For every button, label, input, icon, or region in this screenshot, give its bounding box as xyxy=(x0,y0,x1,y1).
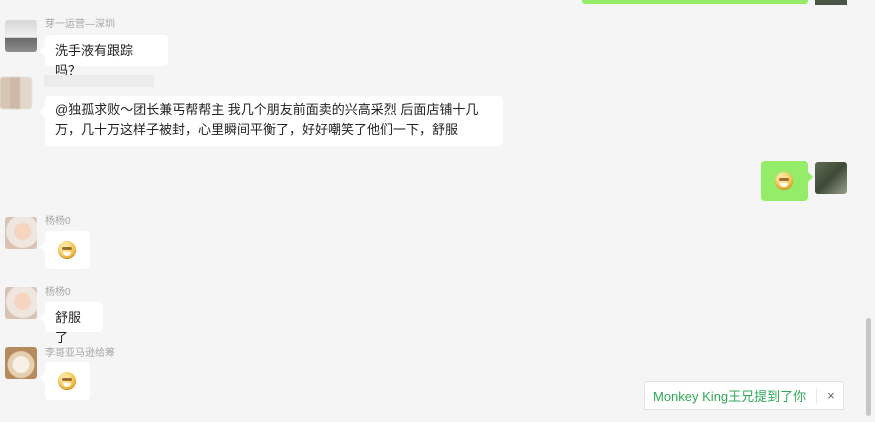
avatar[interactable] xyxy=(5,347,37,379)
sender-name: 杨杨0 xyxy=(45,287,71,298)
message-bubble[interactable]: 舒服了 xyxy=(40,302,103,345)
mention-text[interactable]: Monkey King王兄提到了你 xyxy=(653,386,806,405)
avatar[interactable] xyxy=(5,287,37,319)
previous-self-bubble[interactable] xyxy=(582,0,808,4)
message-text-line: 万，几十万这样子被封，心里瞬间平衡了，好好嘲笑了他们一下，舒服 xyxy=(55,122,459,137)
mention-notification[interactable]: Monkey King王兄提到了你 × xyxy=(644,381,844,410)
chat-panel: 芽一运营—深圳 洗手液有跟踪吗？ @独孤求败～团长兼丐帮帮主 我几个朋友前面卖的… xyxy=(0,0,875,422)
message-text-line: @独孤求败～团长兼丐帮帮主 我几个朋友前面卖的兴高采烈 后面店铺十几 xyxy=(55,102,479,117)
self-emoji-bubble[interactable] xyxy=(761,161,813,201)
scrollbar[interactable] xyxy=(866,318,871,416)
emoji-bubble[interactable] xyxy=(40,362,90,400)
avatar[interactable] xyxy=(0,77,32,109)
message-text: 舒服了 xyxy=(55,310,82,345)
message-bubble[interactable]: 洗手液有跟踪吗？ xyxy=(40,35,168,78)
divider xyxy=(816,387,818,404)
message-text: 洗手液有跟踪吗？ xyxy=(55,43,134,78)
self-avatar[interactable] xyxy=(815,162,847,194)
grin-emoji-icon xyxy=(775,172,793,190)
emoji-bubble[interactable] xyxy=(40,231,90,269)
sender-name: 杨杨0 xyxy=(45,216,71,227)
avatar[interactable] xyxy=(5,20,37,52)
message-bubble[interactable]: @独孤求败～团长兼丐帮帮主 我几个朋友前面卖的兴高采烈 后面店铺十几 万，几十万… xyxy=(40,96,503,146)
grin-emoji-icon xyxy=(58,241,76,259)
self-avatar-top[interactable] xyxy=(815,0,847,5)
close-icon[interactable]: × xyxy=(827,388,835,403)
sender-name: 芽一运营—深圳 xyxy=(45,19,115,30)
avatar[interactable] xyxy=(5,217,37,249)
sender-name: 李哥亚马逊给筹 xyxy=(45,348,115,359)
grin-emoji-icon xyxy=(58,372,76,390)
sender-name-blurred xyxy=(44,75,154,87)
